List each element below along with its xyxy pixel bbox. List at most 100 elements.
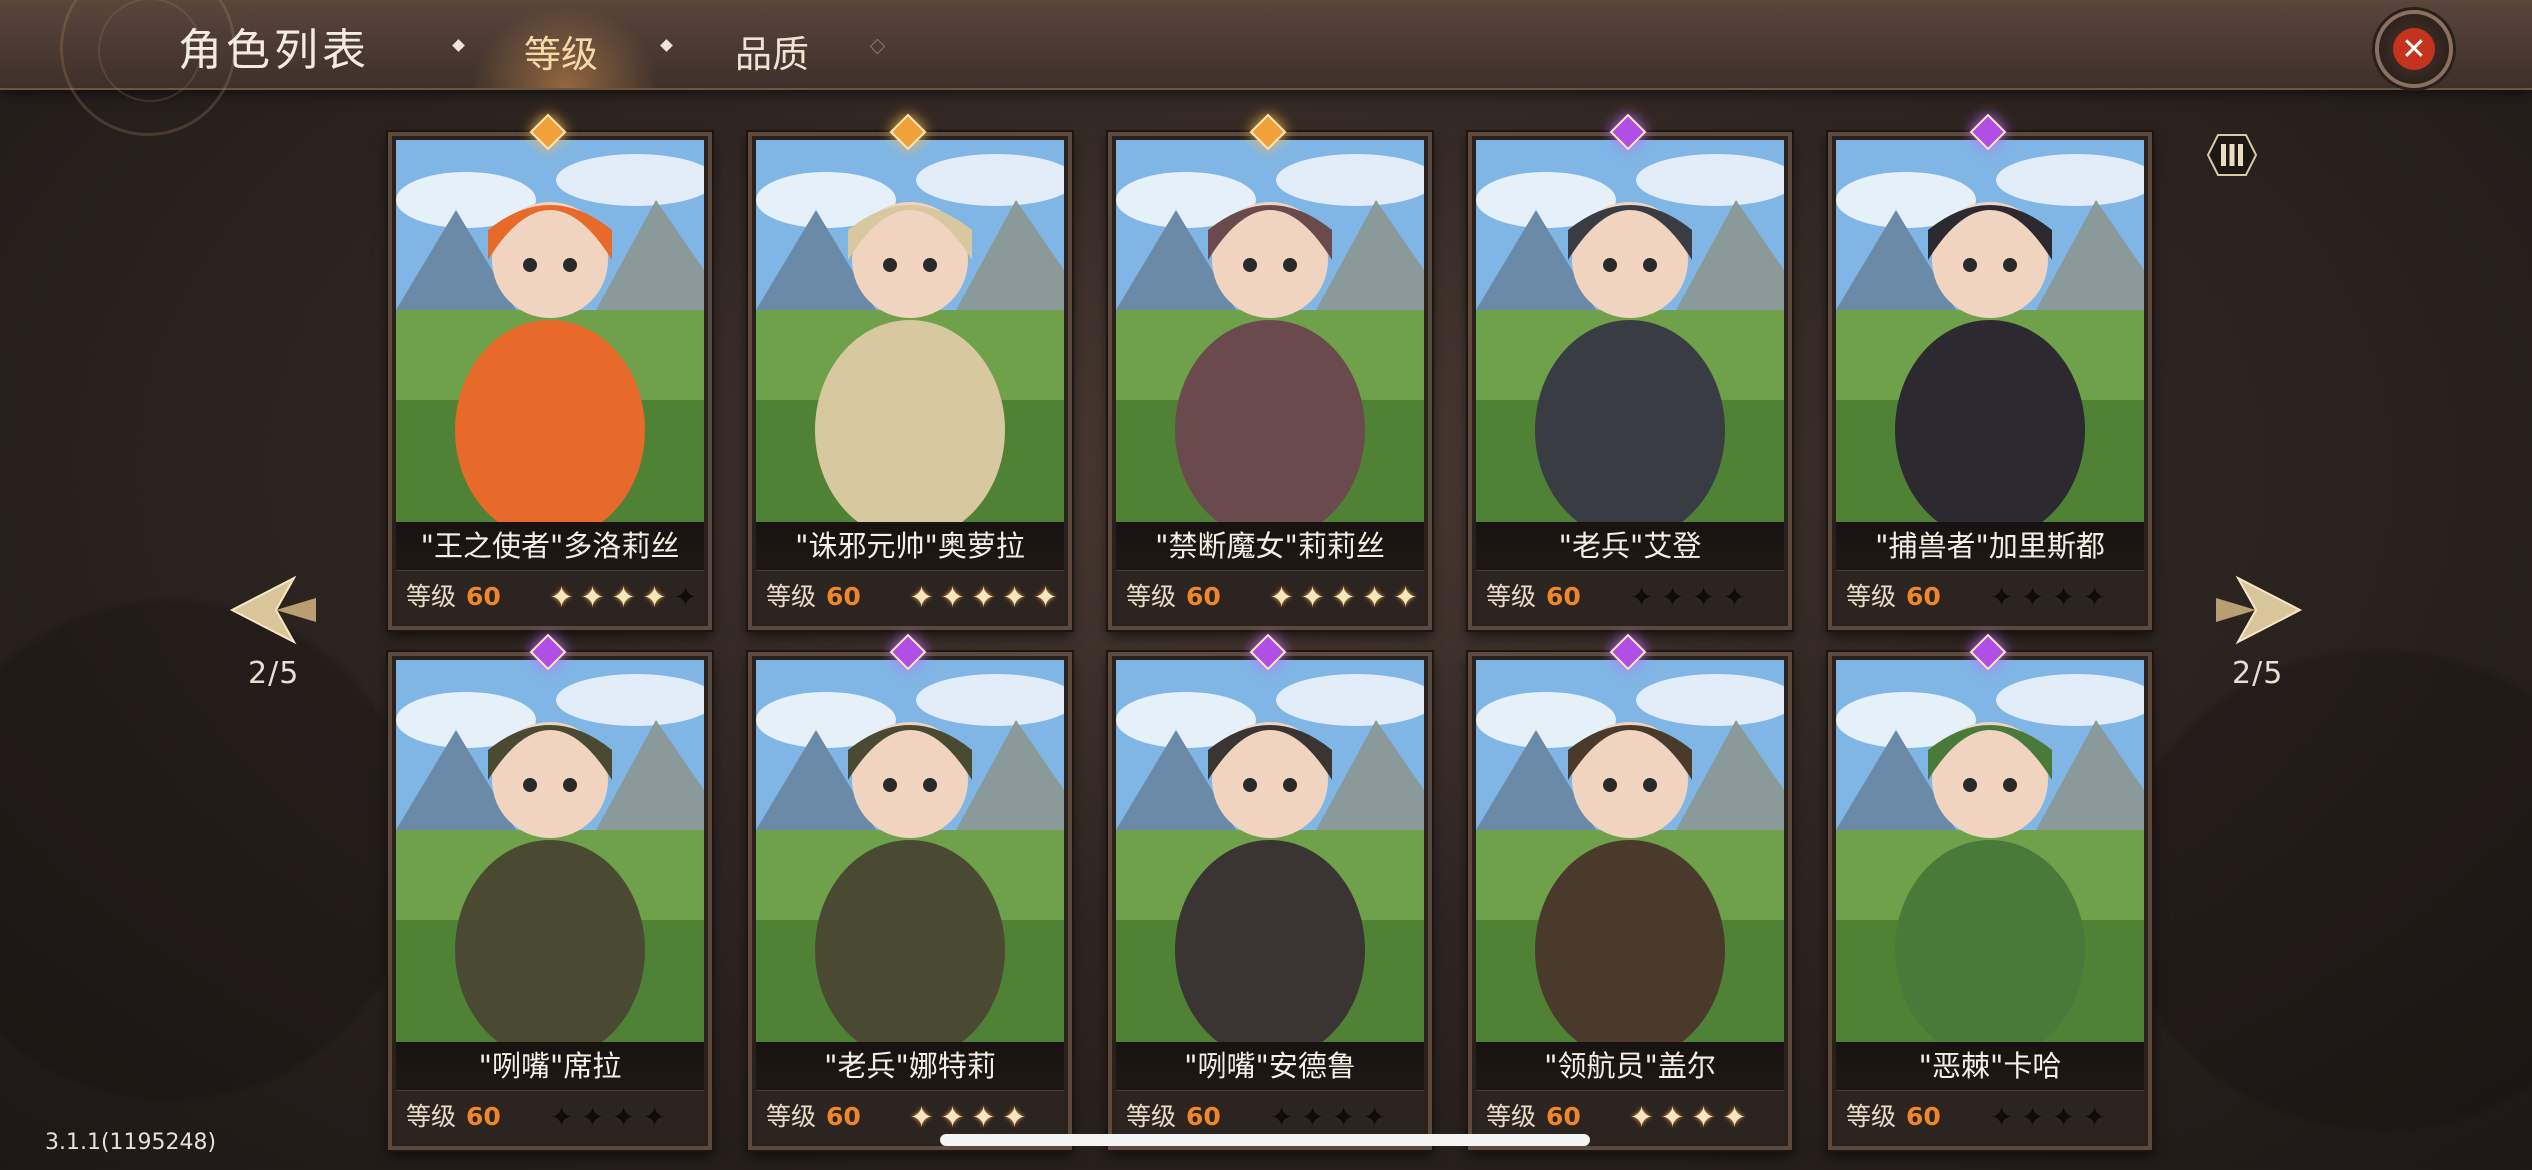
character-portrait <box>756 660 1064 1042</box>
star-icon: ✦ <box>1629 580 1654 614</box>
character-name: "领航员"盖尔 <box>1476 1042 1784 1090</box>
star-rating: ✦ ✦ ✦ ✦ ✦ <box>906 571 1061 623</box>
character-portrait <box>1476 660 1784 1042</box>
character-name: "咧嘴"席拉 <box>396 1042 704 1090</box>
star-icon: ✦ <box>611 580 636 614</box>
star-icon: ✦ <box>1989 580 2014 614</box>
character-portrait <box>1836 660 2144 1042</box>
page-indicator-left: 2/5 <box>248 656 300 691</box>
tab-level[interactable]: 等级 <box>524 24 598 78</box>
level-row: 等级 60 ✦ ✦ ✦ ✦ <box>396 1090 704 1143</box>
separator-dot <box>660 39 673 52</box>
star-icon: ✦ <box>1362 580 1387 614</box>
background-tree <box>2120 650 2532 1130</box>
level-row: 等级 60 ✦ ✦ ✦ ✦ ✦ <box>756 570 1064 623</box>
character-name: "禁断魔女"莉莉丝 <box>1116 522 1424 570</box>
star-icon: ✦ <box>2082 1100 2107 1134</box>
star-rating: ✦ ✦ ✦ ✦ <box>1986 1091 2110 1143</box>
star-icon: ✦ <box>971 580 996 614</box>
star-icon: ✦ <box>580 1100 605 1134</box>
level-value: 60 <box>466 1102 501 1131</box>
prev-page-button[interactable] <box>224 560 324 660</box>
character-name: "王之使者"多洛莉丝 <box>396 522 704 570</box>
page-title: 角色列表 <box>178 25 370 76</box>
star-icon: ✦ <box>642 1100 667 1134</box>
character-card[interactable]: "捕兽者"加里斯都 等级 60 ✦ ✦ ✦ ✦ <box>1828 132 2152 630</box>
character-name: "老兵"艾登 <box>1476 522 1784 570</box>
level-value: 60 <box>826 582 861 611</box>
filter-columns-icon[interactable] <box>2204 130 2260 180</box>
tab-quality[interactable]: 品质 <box>735 24 809 78</box>
star-icon: ✦ <box>1660 580 1685 614</box>
character-card[interactable]: "恶棘"卡哈 等级 60 ✦ ✦ ✦ ✦ <box>1828 652 2152 1150</box>
star-rating: ✦ ✦ ✦ ✦ ✦ <box>546 571 701 623</box>
character-card[interactable]: "老兵"艾登 等级 60 ✦ ✦ ✦ ✦ <box>1468 132 1792 630</box>
star-icon: ✦ <box>1393 580 1418 614</box>
character-card[interactable]: "诛邪元帅"奥萝拉 等级 60 ✦ ✦ ✦ ✦ ✦ <box>748 132 1072 630</box>
level-label: 等级 <box>1486 582 1537 611</box>
star-icon: ✦ <box>2082 580 2107 614</box>
star-icon: ✦ <box>1989 1100 2014 1134</box>
separator-dot <box>869 38 886 55</box>
top-bar: 角色列表 等级 品质 ✕ <box>0 0 2532 136</box>
level-value: 60 <box>1546 582 1581 611</box>
level-value: 60 <box>1906 582 1941 611</box>
star-icon: ✦ <box>1300 580 1325 614</box>
level-row: 等级 60 ✦ ✦ ✦ ✦ <box>1836 570 2144 623</box>
character-card[interactable]: "咧嘴"席拉等级 60 ✦ ✦ ✦ ✦ <box>388 652 712 1150</box>
character-portrait <box>396 140 704 522</box>
character-portrait <box>396 660 704 1042</box>
level-row: 等级 60 ✦ ✦ ✦ ✦ <box>1476 570 1784 623</box>
close-button[interactable]: ✕ <box>2375 10 2453 88</box>
level-row: 等级 60 ✦ ✦ ✦ ✦ <box>1836 1090 2144 1143</box>
star-icon: ✦ <box>1002 580 1027 614</box>
character-portrait <box>1836 140 2144 522</box>
level-value: 60 <box>826 1102 861 1131</box>
background-tree <box>0 600 420 1100</box>
star-icon: ✦ <box>2051 580 2076 614</box>
next-page-button[interactable] <box>2208 560 2308 660</box>
arrow-right-icon <box>2216 575 2303 645</box>
star-rating: ✦ ✦ ✦ ✦ ✦ <box>1266 571 1421 623</box>
separator-dot <box>452 39 465 52</box>
star-rating: ✦ ✦ ✦ ✦ <box>546 1091 670 1143</box>
star-icon: ✦ <box>580 580 605 614</box>
character-card[interactable]: "王之使者"多洛莉丝 等级 60 ✦ ✦ ✦ ✦ ✦ <box>388 132 712 630</box>
level-label: 等级 <box>1126 582 1177 611</box>
home-indicator[interactable] <box>940 1134 1590 1146</box>
star-rating: ✦ ✦ ✦ ✦ <box>1626 1091 1750 1143</box>
star-icon: ✦ <box>1629 1100 1654 1134</box>
star-rating: ✦ ✦ ✦ ✦ <box>1626 571 1750 623</box>
character-card[interactable]: "禁断魔女"莉莉丝 等级 60 ✦ ✦ ✦ ✦ ✦ <box>1108 132 1432 630</box>
character-card[interactable]: "咧嘴"安德鲁 等级 60 ✦ ✦ ✦ ✦ <box>1108 652 1432 1150</box>
character-portrait <box>1116 140 1424 522</box>
character-name: "诛邪元帅"奥萝拉 <box>756 522 1064 570</box>
character-name: "捕兽者"加里斯都 <box>1836 522 2144 570</box>
star-icon: ✦ <box>611 1100 636 1134</box>
level-value: 60 <box>1906 1102 1941 1131</box>
star-icon: ✦ <box>1033 580 1058 614</box>
star-icon: ✦ <box>1691 1100 1716 1134</box>
star-icon: ✦ <box>1660 1100 1685 1134</box>
level-label: 等级 <box>766 1102 817 1131</box>
star-icon: ✦ <box>940 580 965 614</box>
close-x-icon: ✕ <box>2393 28 2435 70</box>
star-icon: ✦ <box>549 580 574 614</box>
character-card[interactable]: "领航员"盖尔 等级 60 ✦ ✦ ✦ ✦ <box>1468 652 1792 1150</box>
level-label: 等级 <box>406 1102 457 1131</box>
level-label: 等级 <box>1846 582 1897 611</box>
character-portrait <box>1476 140 1784 522</box>
star-icon: ✦ <box>1269 580 1294 614</box>
star-icon: ✦ <box>2051 1100 2076 1134</box>
star-icon: ✦ <box>1331 580 1356 614</box>
level-label: 等级 <box>766 582 817 611</box>
level-row: 等级 60 ✦ ✦ ✦ ✦ ✦ <box>1116 570 1424 623</box>
level-value: 60 <box>466 582 501 611</box>
star-icon: ✦ <box>909 580 934 614</box>
star-icon: ✦ <box>2020 580 2045 614</box>
star-icon: ✦ <box>1722 580 1747 614</box>
character-card[interactable]: "老兵"娜特莉 等级 60 ✦ ✦ ✦ ✦ <box>748 652 1072 1150</box>
character-name: "咧嘴"安德鲁 <box>1116 1042 1424 1090</box>
version-label: 3.1.1(1195248) <box>45 1130 217 1155</box>
star-icon: ✦ <box>1691 580 1716 614</box>
